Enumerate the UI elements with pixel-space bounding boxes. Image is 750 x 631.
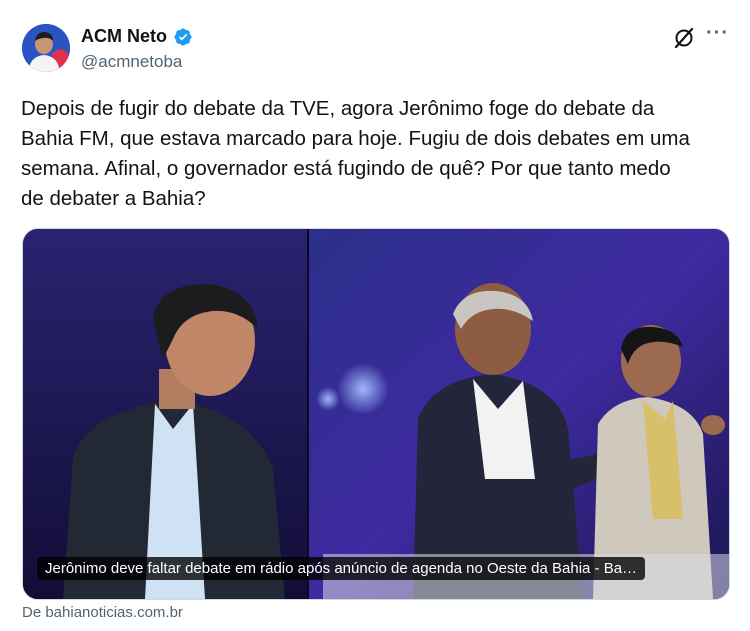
tweet-text: Depois de fugir do debate da TVE, agora … (21, 97, 690, 210)
avatar[interactable] (22, 24, 70, 72)
link-source[interactable]: De bahianoticias.com.br (22, 604, 183, 621)
author-name-row: ACM Neto (81, 26, 193, 47)
author-handle[interactable]: @acmnetoba (81, 52, 182, 72)
link-card-image (23, 229, 729, 599)
link-card-caption: Jerônimo deve faltar debate em rádio apó… (37, 557, 646, 580)
link-card[interactable]: Jerônimo deve faltar debate em rádio apó… (22, 228, 730, 600)
author-display-name[interactable]: ACM Neto (81, 26, 167, 47)
more-options-icon[interactable]: ··· (706, 22, 729, 45)
verified-badge-icon (174, 27, 192, 46)
avatar-image (22, 24, 70, 72)
grok-icon[interactable] (672, 26, 696, 50)
